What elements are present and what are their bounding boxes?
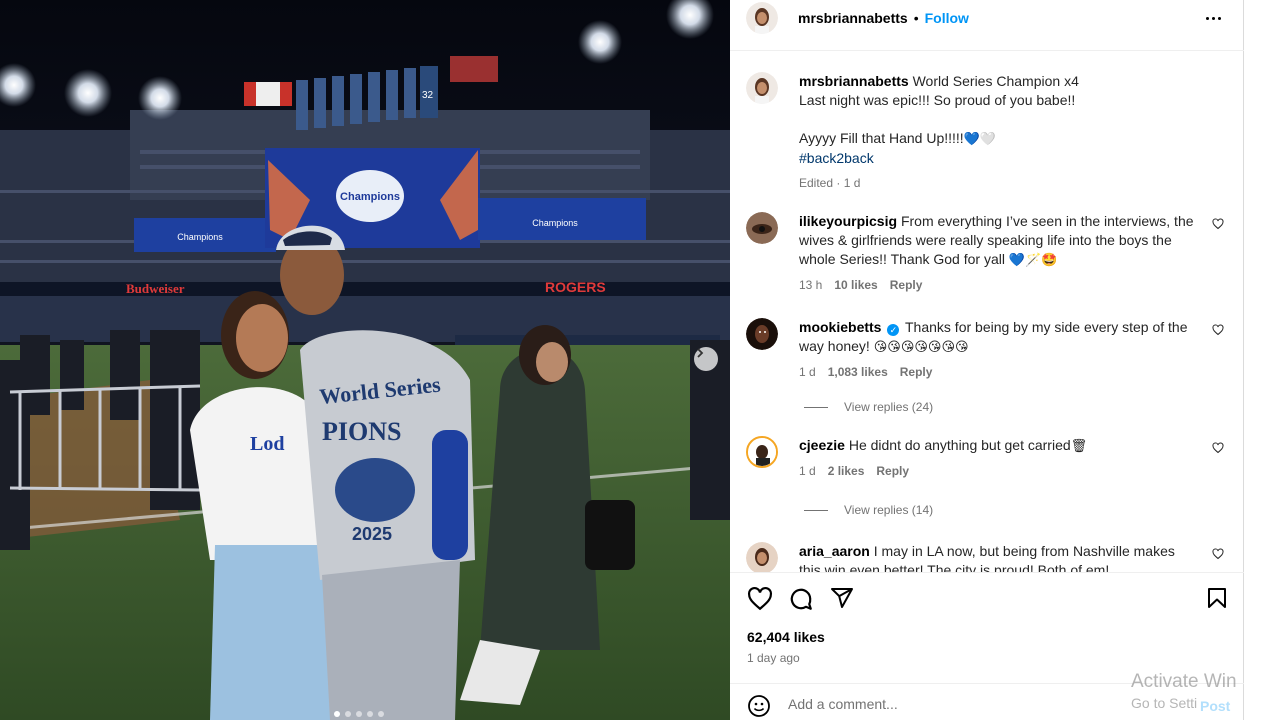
post-comment-button[interactable]: Post	[1200, 698, 1230, 714]
carousel-next-button[interactable]	[694, 347, 718, 371]
caption-avatar[interactable]	[746, 72, 778, 104]
comment-likes[interactable]: 10 likes	[834, 276, 877, 295]
comment-avatar[interactable]	[746, 318, 778, 350]
verified-badge-icon: ✓	[887, 324, 900, 336]
comment-avatar[interactable]	[746, 542, 778, 572]
photo-illustration: 32 Champions Champions Champions Budweis…	[0, 0, 730, 720]
comment-content: ilikeyourpicsig From everything I’ve see…	[799, 212, 1200, 295]
reply-button[interactable]: Reply	[900, 363, 933, 382]
hashtag-link[interactable]: #back2back	[799, 149, 1200, 168]
author-avatar[interactable]	[746, 2, 778, 34]
comment-input[interactable]	[788, 693, 1148, 715]
comment-heart-icon[interactable]	[1212, 324, 1224, 336]
carousel-dot	[356, 711, 362, 717]
comments-list[interactable]: mrsbriannabetts World Series Champion x4…	[730, 70, 1244, 572]
caption-line-3	[799, 110, 1200, 129]
comment-likes[interactable]: 1,083 likes	[828, 363, 888, 382]
comment-row: cjeezie He didnt do anything but get car…	[746, 436, 1236, 496]
svg-text:Champions: Champions	[177, 232, 223, 242]
add-comment-bar: Post	[730, 683, 1244, 720]
carousel-dot	[378, 711, 384, 717]
actions-divider	[730, 572, 1244, 573]
comment-username[interactable]: aria_aaron	[799, 543, 870, 559]
caption-line-4: Ayyyy Fill that Hand Up!!!!!	[799, 130, 964, 146]
comment-content: mookiebetts ✓ Thanks for being by my sid…	[799, 318, 1200, 382]
comment-content: cjeezie He didnt do anything but get car…	[799, 436, 1200, 481]
comment-heart-icon[interactable]	[1212, 218, 1224, 230]
comment-row: ilikeyourpicsig From everything I’ve see…	[746, 212, 1236, 302]
comment-icon[interactable]	[788, 586, 814, 612]
comment-time: 1 d	[799, 464, 816, 478]
svg-text:2025: 2025	[352, 524, 392, 544]
comment-time: 13 h	[799, 278, 823, 292]
more-options-icon[interactable]	[1203, 8, 1223, 28]
carousel-dots	[334, 711, 384, 717]
reply-button[interactable]: Reply	[876, 462, 909, 481]
bookmark-icon[interactable]	[1205, 586, 1229, 610]
comment-meta: 1 d 1,083 likes Reply	[799, 363, 1200, 382]
scoreboard-champions-text: Champions	[340, 191, 400, 203]
heart-icon[interactable]	[747, 586, 773, 612]
retired-number-text: 32	[422, 90, 434, 101]
author-username[interactable]: mrsbriannabetts	[798, 10, 908, 26]
comment-username[interactable]: ilikeyourpicsig	[799, 213, 897, 229]
header-divider	[730, 50, 1244, 51]
edited-label: Edited · 1 d	[799, 176, 861, 190]
comment-username[interactable]: mookiebetts	[799, 319, 881, 335]
comment-row: aria_aaron I may in LA now, but being fr…	[746, 542, 1236, 572]
likes-count[interactable]: 62,404 likes	[747, 629, 825, 645]
post-time-ago[interactable]: 1 day ago	[747, 651, 800, 665]
post-actions	[730, 574, 1244, 624]
comment-emoji: 😘😘😘😘😘😘😘	[873, 340, 969, 355]
comment-content: aria_aaron I may in LA now, but being fr…	[799, 542, 1200, 572]
comment-avatar[interactable]	[746, 212, 778, 244]
svg-text:Champions: Champions	[532, 218, 578, 228]
carousel-dot	[334, 711, 340, 717]
svg-text:PIONS: PIONS	[322, 417, 401, 446]
comment-heart-icon[interactable]	[1212, 442, 1224, 454]
follow-button[interactable]: Follow	[925, 10, 969, 26]
caption-username[interactable]: mrsbriannabetts	[799, 73, 909, 89]
view-replies-label: View replies (14)	[844, 503, 934, 517]
carousel-dot	[367, 711, 373, 717]
comment-avatar[interactable]	[746, 436, 778, 468]
sponsor-right-text: ROGERS	[545, 279, 606, 295]
comment-emoji: 💙🪄🤩	[1008, 253, 1058, 268]
comment-username[interactable]: cjeezie	[799, 437, 845, 453]
view-replies-button[interactable]: View replies (24)	[804, 400, 933, 414]
caption-content: mrsbriannabetts World Series Champion x4…	[799, 72, 1200, 193]
comment-meta: 1 d 2 likes Reply	[799, 462, 1200, 481]
paper-plane-icon[interactable]	[830, 586, 854, 610]
sponsor-left-text: Budweiser	[126, 281, 185, 296]
comment-heart-icon[interactable]	[1212, 548, 1224, 560]
comment-emoji: 🗑	[1070, 439, 1088, 454]
smiley-icon[interactable]	[747, 694, 771, 718]
chevron-right-icon	[697, 348, 704, 358]
caption-row: mrsbriannabetts World Series Champion x4…	[746, 72, 1236, 192]
comment-text: He didnt do anything but get carried	[848, 437, 1071, 453]
comment-likes[interactable]: 2 likes	[828, 462, 865, 481]
comment-meta: 13 h 10 likes Reply	[799, 276, 1200, 295]
caption-line-1: World Series Champion x4	[912, 73, 1079, 89]
header-separator: •	[913, 10, 919, 26]
post-side-panel: mrsbriannabetts • Follow mrsbriannabetts…	[730, 0, 1244, 720]
caption-line-2: Last night was epic!!! So proud of you b…	[799, 92, 1076, 108]
view-replies-button[interactable]: View replies (14)	[804, 503, 933, 517]
caption-meta: Edited · 1 d	[799, 174, 1200, 193]
comment-time: 1 d	[799, 365, 816, 379]
view-replies-label: View replies (24)	[844, 400, 934, 414]
comment-row: mookiebetts ✓ Thanks for being by my sid…	[746, 318, 1236, 388]
reply-button[interactable]: Reply	[890, 276, 923, 295]
caption-emoji: 💙🤍	[963, 132, 997, 147]
post-photo[interactable]: 32 Champions Champions Champions Budweis…	[0, 0, 730, 720]
post-header: mrsbriannabetts • Follow	[730, 0, 1243, 36]
carousel-dot	[345, 711, 351, 717]
svg-text:Lod: Lod	[250, 433, 284, 455]
